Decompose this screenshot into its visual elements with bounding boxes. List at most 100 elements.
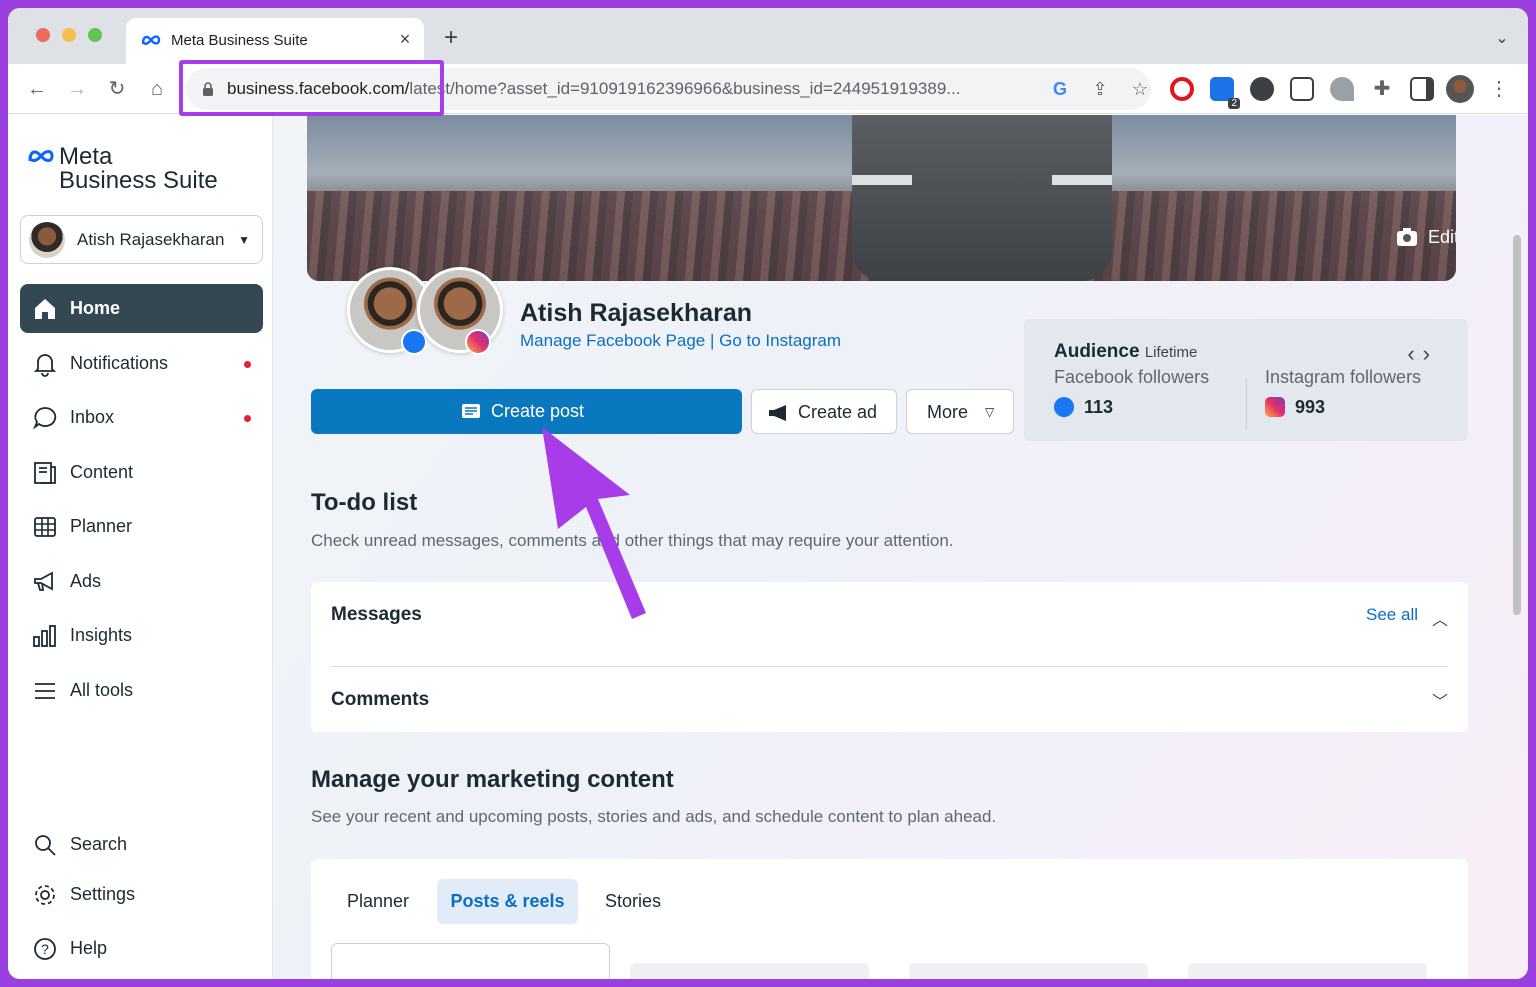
main-scrollbar[interactable] xyxy=(1510,115,1524,979)
tab-bar: Meta Business Suite × + ⌄ xyxy=(8,8,1528,64)
new-tab-button[interactable]: + xyxy=(438,26,464,52)
edit-cover-label: Edit cover photo xyxy=(1428,227,1456,247)
search-icon xyxy=(35,835,56,856)
cursor-extension-icon[interactable] xyxy=(1330,77,1354,101)
page-name: Atish Rajasekharan xyxy=(520,299,753,327)
marketing-subtitle: See your recent and upcoming posts, stor… xyxy=(311,807,997,826)
browser-menu-icon[interactable]: ⋮ xyxy=(1484,74,1514,104)
bookmark-star-icon[interactable]: ☆ xyxy=(1128,77,1152,101)
sidebar-item-help[interactable]: ? Help xyxy=(20,924,263,973)
close-tab-icon[interactable]: × xyxy=(394,28,416,50)
todo-card: Messages See all ︿ Comments ﹀ xyxy=(311,582,1468,732)
browser-tab[interactable]: Meta Business Suite × xyxy=(126,18,424,64)
sidebar-item-inbox[interactable]: Inbox xyxy=(20,393,263,442)
post-preview-tile xyxy=(1188,963,1427,979)
side-panel-icon[interactable] xyxy=(1410,77,1434,101)
svg-text:?: ? xyxy=(41,941,49,957)
calendar-grid-icon xyxy=(34,517,56,537)
sidebar-item-notifications[interactable]: Notifications xyxy=(20,339,263,388)
puzzle-extensions-icon[interactable]: ✚ xyxy=(1370,77,1394,101)
tab-posts-reels[interactable]: Posts & reels xyxy=(437,879,578,924)
reload-icon[interactable]: ↻ xyxy=(102,74,132,104)
tab-stories[interactable]: Stories xyxy=(591,879,675,924)
extension-badge-icon[interactable]: 2 xyxy=(1210,77,1240,109)
messages-row-title[interactable]: Messages xyxy=(331,604,422,626)
sidebar-item-settings[interactable]: Settings xyxy=(20,870,263,919)
audience-title-text: Audience xyxy=(1054,341,1140,362)
sidebar-item-all-tools[interactable]: All tools xyxy=(20,666,263,715)
bell-icon xyxy=(33,354,57,377)
sidebar-item-insights[interactable]: Insights xyxy=(20,611,263,660)
unread-dot xyxy=(244,415,251,422)
chevron-down-icon[interactable]: ﹀ xyxy=(1432,688,1448,712)
sidebar-item-label: Ads xyxy=(70,571,102,591)
chevron-right-icon[interactable]: › xyxy=(1423,341,1438,366)
sidebar-item-ads[interactable]: Ads xyxy=(20,557,263,606)
share-icon[interactable]: ⇪ xyxy=(1088,77,1112,101)
sidebar: Meta Business Suite Atish Rajasekharan ▼… xyxy=(8,115,273,979)
more-button[interactable]: More ▽ xyxy=(906,389,1014,434)
sidebar-item-search[interactable]: Search xyxy=(20,820,263,869)
sidebar-item-home[interactable]: Home xyxy=(20,284,263,333)
zoom-window-button[interactable] xyxy=(88,28,102,42)
tab-label: Posts & reels xyxy=(450,891,565,911)
post-preview-tile xyxy=(630,963,869,979)
google-lens-icon[interactable]: G xyxy=(1048,77,1072,101)
page-links: Manage Facebook Page | Go to Instagram xyxy=(520,331,841,351)
marketing-title: Manage your marketing content xyxy=(311,766,674,793)
sidebar-item-planner[interactable]: Planner xyxy=(20,502,263,551)
home-icon xyxy=(35,299,55,319)
audience-period: Lifetime xyxy=(1144,344,1198,361)
tab-search-chevron-icon[interactable]: ⌄ xyxy=(1492,28,1512,48)
opera-extension-icon[interactable] xyxy=(1170,77,1194,101)
content-pages-icon xyxy=(34,462,56,484)
unread-dot xyxy=(244,361,251,368)
todo-title: To-do list xyxy=(311,489,418,516)
sidebar-item-label: Help xyxy=(70,938,108,958)
account-name: Atish Rajasekharan xyxy=(77,230,225,249)
create-post-tile[interactable] xyxy=(331,943,610,979)
gear-icon xyxy=(35,885,55,905)
sidebar-item-label: All tools xyxy=(70,680,134,700)
annotation-arrow-icon xyxy=(542,427,646,619)
sidebar-item-label: Settings xyxy=(70,884,136,904)
close-window-button[interactable] xyxy=(36,28,50,42)
sidebar-item-label: Planner xyxy=(70,516,133,536)
comments-row-title[interactable]: Comments xyxy=(331,689,429,711)
manage-facebook-page-link[interactable]: Manage Facebook Page xyxy=(520,331,705,350)
facebook-followers-label: Facebook followers xyxy=(1054,367,1210,387)
brand-line-1: Meta xyxy=(59,143,113,170)
send-extension-icon[interactable] xyxy=(1290,77,1314,101)
back-icon[interactable]: ← xyxy=(22,74,52,104)
profile-avatar-icon[interactable] xyxy=(1446,75,1474,103)
chevron-left-icon[interactable]: ‹ xyxy=(1407,341,1422,366)
minimize-window-button[interactable] xyxy=(62,28,76,42)
chevron-up-icon[interactable]: ︿ xyxy=(1432,606,1448,630)
url-path: latest/home?asset_id=910919162396966&bus… xyxy=(409,79,961,98)
camera-icon xyxy=(1397,228,1417,246)
post-card-icon xyxy=(462,404,480,418)
meta-logo-icon xyxy=(141,35,161,45)
sidebar-item-content[interactable]: Content xyxy=(20,448,263,497)
megaphone-icon xyxy=(769,405,786,421)
tab-planner[interactable]: Planner xyxy=(331,879,425,924)
see-all-link[interactable]: See all xyxy=(1366,605,1418,625)
instagram-followers-stat: Instagram followers 993 xyxy=(1265,367,1422,417)
home-page-icon[interactable]: ⌂ xyxy=(142,74,172,104)
main-content: Edit cover photo ▽ Atish Rajasekharan Ma… xyxy=(273,115,1528,979)
meta-infinity-icon xyxy=(28,150,54,162)
forward-icon[interactable]: → xyxy=(62,74,92,104)
hamburger-menu-icon xyxy=(35,683,55,699)
incognito-extension-icon[interactable] xyxy=(1250,77,1274,101)
go-to-instagram-link[interactable]: Go to Instagram xyxy=(719,331,841,350)
instagram-followers-label: Instagram followers xyxy=(1265,367,1422,387)
tab-title: Meta Business Suite xyxy=(171,32,308,49)
instagram-icon xyxy=(1265,397,1285,417)
meta-business-suite-logo[interactable]: Meta Business Suite xyxy=(26,141,236,193)
create-ad-button[interactable]: Create ad xyxy=(751,389,897,434)
caret-down-icon: ▼ xyxy=(238,233,250,247)
create-post-button[interactable]: Create post xyxy=(311,389,742,434)
scrollbar-thumb[interactable] xyxy=(1513,235,1521,615)
account-switcher[interactable]: Atish Rajasekharan ▼ xyxy=(20,215,263,264)
chat-bubble-icon xyxy=(32,407,57,430)
